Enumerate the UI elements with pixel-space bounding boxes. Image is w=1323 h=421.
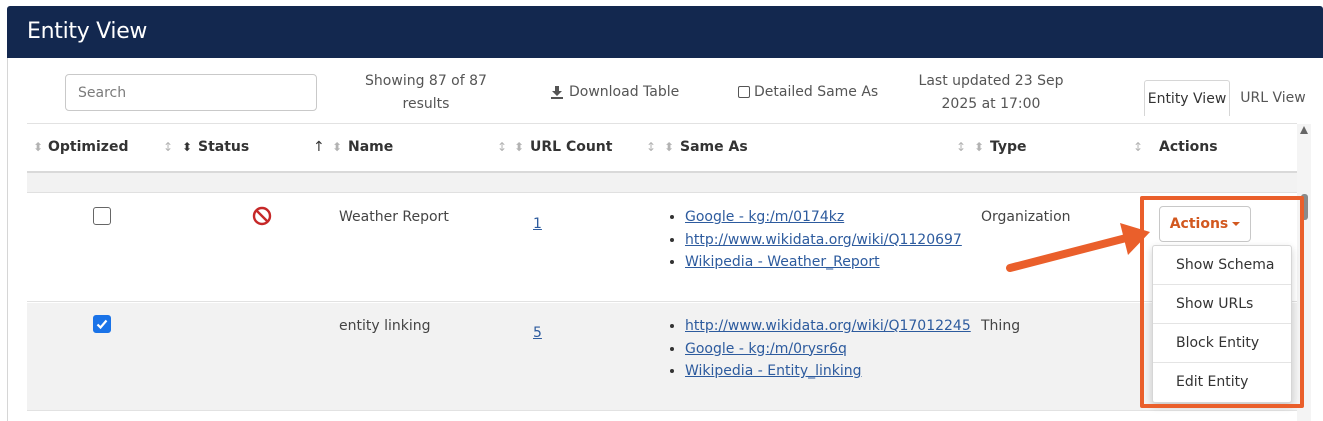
sort-icon[interactable]: ⬍ <box>332 139 342 155</box>
detailed-same-as-checkbox[interactable] <box>738 86 750 98</box>
last-updated: Last updated 23 Sep 2025 at 17:00 <box>918 73 1064 112</box>
column-header-name[interactable]: Name <box>348 139 393 155</box>
results-count: Showing 87 of 87 results <box>365 73 487 112</box>
list-item: Wikipedia - Entity_linking <box>685 360 971 383</box>
same-as-link[interactable]: http://www.wikidata.org/wiki/Q1120697 <box>685 232 962 248</box>
column-header-type[interactable]: Type <box>990 139 1027 155</box>
column-header-actions: Actions <box>1159 139 1218 155</box>
frame-border <box>7 58 8 421</box>
same-as-list: http://www.wikidata.org/wiki/Q17012245 G… <box>665 315 971 383</box>
sort-icon[interactable]: ⬍ <box>33 139 43 155</box>
list-item: Google - kg:/m/0174kz <box>685 206 962 229</box>
list-item: http://www.wikidata.org/wiki/Q1120697 <box>685 229 962 252</box>
sort-icon[interactable]: ↕ <box>956 139 966 155</box>
app-header: Entity View <box>7 6 1323 58</box>
same-as-list: Google - kg:/m/0174kz http://www.wikidat… <box>665 206 962 274</box>
url-count-link[interactable]: 5 <box>533 325 542 341</box>
sort-icon[interactable]: ⬍ <box>974 139 984 155</box>
sort-icon[interactable]: ↕ <box>646 139 656 155</box>
column-header-status[interactable]: Status <box>198 139 249 155</box>
column-header-same-as[interactable]: Same As <box>680 139 748 155</box>
table-row: entity linking 5 http://www.wikidata.org… <box>27 303 1297 411</box>
sort-asc-icon[interactable]: ↑ <box>313 139 325 155</box>
column-header-optimized[interactable]: Optimized <box>48 139 128 155</box>
tab-url-view[interactable]: URL View <box>1233 80 1313 116</box>
page-title: Entity View <box>27 19 148 44</box>
tab-entity-view[interactable]: Entity View <box>1144 80 1230 116</box>
column-header-url-count[interactable]: URL Count <box>530 139 612 155</box>
optimized-checkbox[interactable] <box>93 315 111 333</box>
same-as-link[interactable]: Google - kg:/m/0174kz <box>685 209 844 225</box>
search-input[interactable] <box>65 74 317 111</box>
download-table-button[interactable]: Download Table <box>550 84 679 100</box>
list-item: http://www.wikidata.org/wiki/Q17012245 <box>685 315 971 338</box>
detailed-same-as-label: Detailed Same As <box>754 84 879 100</box>
entity-type: Thing <box>981 318 1021 334</box>
optimized-checkbox[interactable] <box>93 207 111 225</box>
highlight-box <box>1140 196 1304 408</box>
list-item: Wikipedia - Weather_Report <box>685 251 962 274</box>
detailed-same-as-toggle[interactable]: Detailed Same As <box>738 84 878 100</box>
same-as-link[interactable]: Wikipedia - Weather_Report <box>685 254 880 270</box>
same-as-link[interactable]: Google - kg:/m/0rysr6q <box>685 341 847 357</box>
entity-name: Weather Report <box>339 209 449 225</box>
sort-icon[interactable]: ⬍ <box>514 139 524 155</box>
download-label: Download Table <box>569 84 680 100</box>
sort-desc-icon[interactable]: ⬍ <box>182 139 192 155</box>
sort-icon[interactable]: ↕ <box>497 139 507 155</box>
arrow-annotation <box>1006 223 1150 272</box>
sort-icon[interactable]: ↕ <box>163 139 173 155</box>
blocked-icon <box>252 206 272 231</box>
url-count-link[interactable]: 1 <box>533 216 542 232</box>
same-as-link[interactable]: http://www.wikidata.org/wiki/Q17012245 <box>685 318 971 334</box>
scroll-up-icon[interactable] <box>1300 126 1308 134</box>
table-spacer-row <box>27 173 1297 193</box>
list-item: Google - kg:/m/0rysr6q <box>685 338 971 361</box>
download-icon <box>550 85 564 99</box>
same-as-link[interactable]: Wikipedia - Entity_linking <box>685 363 862 379</box>
sort-icon[interactable]: ↕ <box>1133 139 1143 155</box>
entity-name: entity linking <box>339 318 431 334</box>
sort-icon[interactable]: ⬍ <box>664 139 674 155</box>
table-header: ⬍ Optimized ↕ ⬍ Status ↑ ⬍ Name ↕ ⬍ URL … <box>27 124 1297 171</box>
